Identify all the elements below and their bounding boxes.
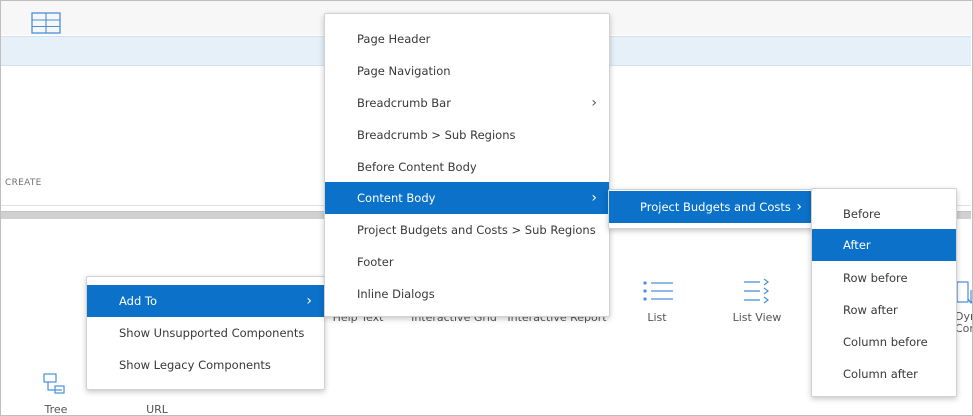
menu-item-label: After bbox=[843, 238, 871, 252]
create-section-label: CREATE bbox=[5, 178, 42, 188]
chevron-right-icon: › bbox=[591, 190, 597, 206]
menu-item-breadcrumb-bar[interactable]: Breadcrumb Bar › bbox=[325, 87, 609, 119]
menu-item-label: Row after bbox=[843, 303, 898, 317]
chevron-right-icon: › bbox=[591, 95, 597, 111]
menu-item-label: Footer bbox=[357, 255, 394, 269]
menu-item-label: Before Content Body bbox=[357, 160, 477, 174]
menu-item-label: Show Unsupported Components bbox=[119, 326, 305, 340]
menu-item-before-content-body[interactable]: Before Content Body bbox=[325, 151, 609, 183]
menu-item-label: Before bbox=[843, 207, 881, 221]
menu-item-label: Breadcrumb > Sub Regions bbox=[357, 128, 516, 142]
position-submenu: Page Header Page Navigation Breadcrumb B… bbox=[324, 13, 610, 317]
placement-submenu: Before After Row before Row after Column… bbox=[811, 188, 957, 397]
menu-item-label: Row before bbox=[843, 271, 908, 285]
menu-item-label: Show Legacy Components bbox=[119, 358, 271, 372]
menu-item-label: Page Header bbox=[357, 32, 431, 46]
menu-item-column-before[interactable]: Column before bbox=[812, 326, 956, 358]
tile-label: URL bbox=[146, 403, 168, 416]
tile-label: Tree bbox=[44, 403, 68, 416]
menu-item-inline-dialogs[interactable]: Inline Dialogs bbox=[325, 278, 609, 310]
tile-list-view[interactable]: List View bbox=[709, 278, 805, 326]
component-context-menu: Add To › Show Unsupported Components Sho… bbox=[86, 276, 325, 390]
chevron-right-icon: › bbox=[796, 199, 802, 215]
menu-item-label: Column before bbox=[843, 335, 928, 349]
menu-item-breadcrumb-sub-regions[interactable]: Breadcrumb > Sub Regions bbox=[325, 119, 609, 151]
menu-item-label: Project Budgets and Costs bbox=[640, 200, 791, 214]
tile-label: Dyn Conten bbox=[955, 310, 972, 335]
menu-item-row-before[interactable]: Row before bbox=[812, 262, 956, 294]
menu-item-row-after[interactable]: Row after bbox=[812, 294, 956, 326]
menu-item-column-after[interactable]: Column after bbox=[812, 358, 956, 390]
dynamic-content-icon bbox=[956, 280, 972, 309]
menu-item-label: Project Budgets and Costs > Sub Regions bbox=[357, 223, 596, 237]
menu-item-page-navigation[interactable]: Page Navigation bbox=[325, 55, 609, 87]
menu-item-label: Content Body bbox=[357, 191, 436, 205]
table-grid-icon bbox=[31, 12, 61, 38]
chevron-right-icon: › bbox=[306, 293, 312, 309]
tile-list[interactable]: List bbox=[609, 280, 705, 326]
list-view-icon bbox=[742, 278, 772, 307]
menu-item-project-budgets-sub-regions[interactable]: Project Budgets and Costs > Sub Regions bbox=[325, 214, 609, 246]
list-icon bbox=[642, 280, 674, 305]
tile-label: List View bbox=[732, 311, 782, 324]
menu-item-footer[interactable]: Footer bbox=[325, 246, 609, 278]
tile-label: List bbox=[647, 311, 667, 324]
menu-item-content-body[interactable]: Content Body › bbox=[325, 182, 609, 214]
menu-item-page-header[interactable]: Page Header bbox=[325, 23, 609, 55]
menu-item-label: Page Navigation bbox=[357, 64, 451, 78]
menu-item-add-to[interactable]: Add To › bbox=[87, 285, 324, 317]
menu-item-before[interactable]: Before bbox=[812, 198, 956, 230]
menu-item-label: Add To bbox=[119, 294, 158, 308]
menu-item-after[interactable]: After bbox=[812, 229, 956, 261]
menu-item-show-legacy[interactable]: Show Legacy Components bbox=[87, 349, 324, 381]
menu-item-project-budgets-and-costs[interactable]: Project Budgets and Costs › bbox=[609, 191, 814, 223]
region-submenu: Project Budgets and Costs › bbox=[608, 189, 815, 229]
menu-item-label: Column after bbox=[843, 367, 918, 381]
menu-item-label: Breadcrumb Bar bbox=[357, 96, 451, 110]
tree-icon bbox=[43, 372, 65, 397]
menu-item-show-unsupported[interactable]: Show Unsupported Components bbox=[87, 317, 324, 349]
menu-item-label: Inline Dialogs bbox=[357, 287, 435, 301]
